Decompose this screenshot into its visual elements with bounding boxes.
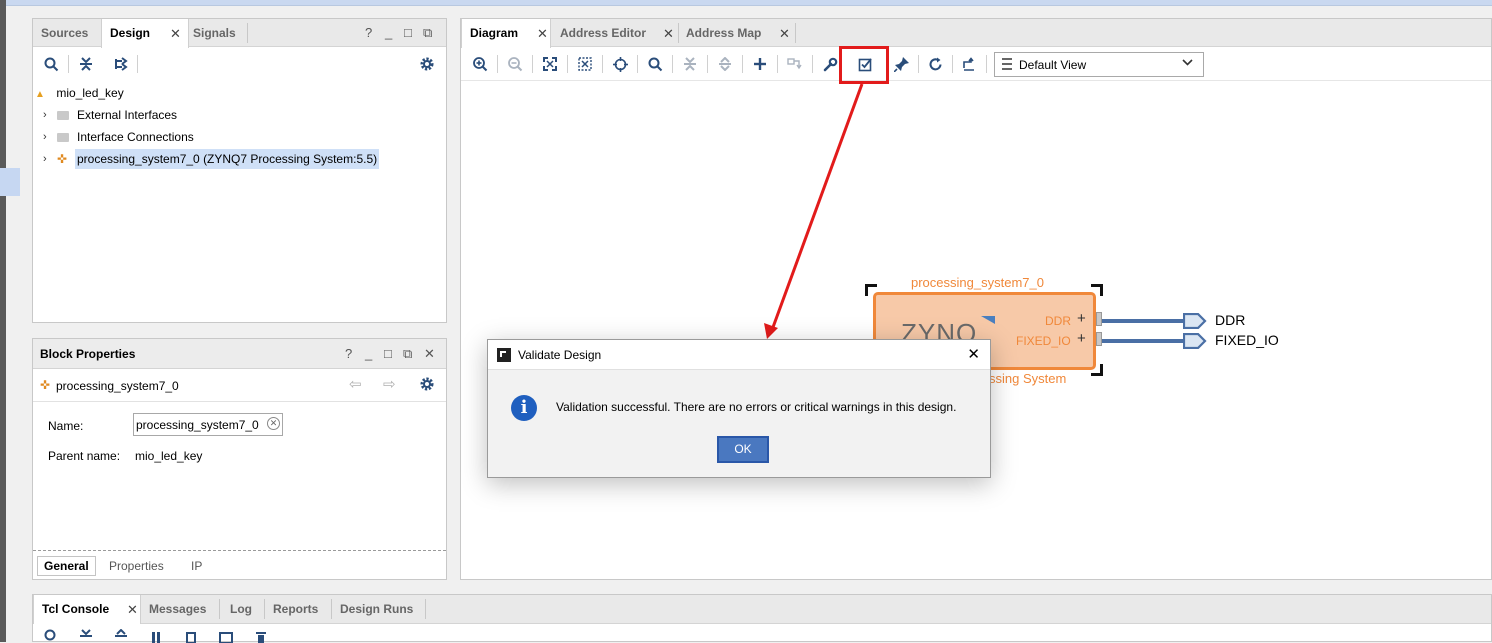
collapse-all-icon[interactable] [75,629,97,643]
dialog-title: Validate Design [518,348,602,362]
copy-icon[interactable] [180,629,202,643]
tab-log[interactable]: Log [222,595,260,623]
console-panel: Tcl Console ✕ Messages Log Reports Desig… [32,594,1492,643]
trash-icon[interactable] [250,629,272,643]
tab-messages[interactable]: Messages [141,595,214,623]
tab-separator [219,599,220,619]
dialog-titlebar: Validate Design ✕ [488,340,990,370]
validate-design-dialog: Validate Design ✕ i Validation successfu… [487,339,991,478]
tab-reports[interactable]: Reports [265,595,326,623]
ok-button[interactable]: OK [717,436,769,463]
tab-separator [425,599,426,619]
app-logo-icon [497,348,511,362]
pause-icon[interactable] [145,629,167,643]
table-icon[interactable] [215,629,237,643]
tab-design-runs[interactable]: Design Runs [332,595,421,623]
expand-all-icon[interactable] [110,629,132,643]
info-icon: i [511,395,537,421]
search-icon[interactable] [40,629,62,643]
annotation-arrow [764,83,864,339]
dialog-message: Validation successful. There are no erro… [556,400,957,414]
tab-tcl-console[interactable]: Tcl Console [33,595,141,624]
close-icon[interactable]: ✕ [967,345,980,363]
close-icon[interactable]: ✕ [127,602,138,618]
